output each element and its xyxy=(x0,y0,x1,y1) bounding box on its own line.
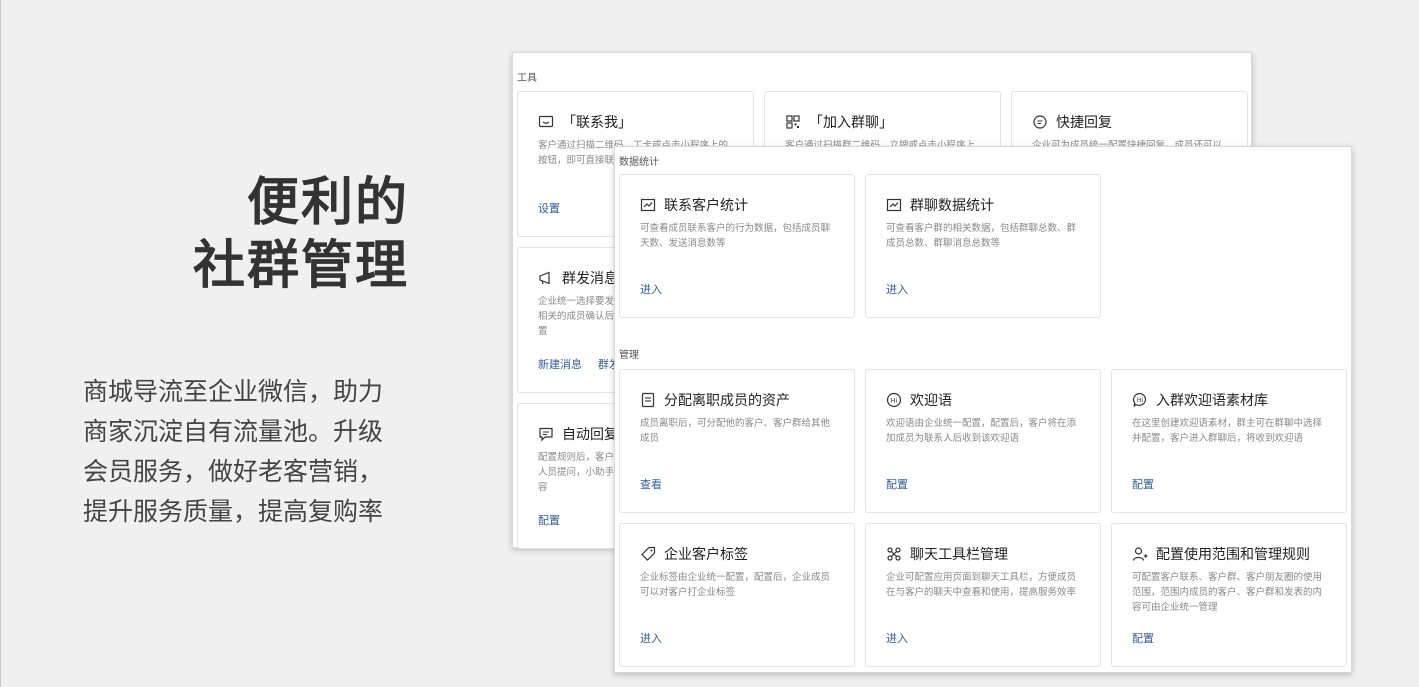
description-line-4: 提升服务质量，提高复购率 xyxy=(83,497,384,526)
card-description: 企业标签由企业统一配置，配置后，企业成员可以对客户打企业标签 xyxy=(640,572,831,598)
card-title-text: 自动回复 xyxy=(562,427,618,443)
svg-text:Hi: Hi xyxy=(1137,397,1144,404)
card-title-text: 群发消息 xyxy=(562,271,618,287)
description-line-3: 会员服务，做好老客营销， xyxy=(83,457,384,486)
description-line-2: 商家沉淀自有流量池。升级 xyxy=(83,417,384,446)
card-title: 「加入群聊」 xyxy=(785,112,980,132)
chat-bubble-icon xyxy=(1032,114,1048,130)
card-title: 群聊数据统计 xyxy=(886,195,1080,215)
qr-code-icon xyxy=(785,114,801,130)
card-title: 「联系我」 xyxy=(538,112,733,132)
assign-doc-icon xyxy=(640,392,656,408)
configure-link[interactable]: 配置 xyxy=(1132,476,1154,492)
card-actions: 设置 xyxy=(538,200,576,216)
card-title-text: 「加入群聊」 xyxy=(809,115,893,131)
svg-text:Hi: Hi xyxy=(891,397,898,405)
card-title-text: 欢迎语 xyxy=(910,393,952,409)
card-actions: 配置 xyxy=(538,512,576,528)
tag-icon xyxy=(640,546,656,562)
card-description: 可配置客户联系、客户群、客户朋友圈的使用范围，范围内成员的客户、客户群和发表的内… xyxy=(1132,572,1323,613)
hi-badge-icon: Hi xyxy=(886,392,902,408)
card-title: 分配离职成员的资产 xyxy=(640,390,834,410)
megaphone-icon xyxy=(538,270,554,286)
card-title-text: 联系客户统计 xyxy=(664,198,748,214)
view-link[interactable]: 查看 xyxy=(640,476,662,492)
description: 商城导流至企业微信，助力 商家沉淀自有流量池。升级 会员服务，做好老客营销， 提… xyxy=(83,372,423,532)
card-welcome-message[interactable]: Hi 欢迎语 欢迎语由企业统一配置，配置后，客户将在添加成员为联系人后收到该欢迎… xyxy=(865,369,1101,513)
card-title: 聊天工具栏管理 xyxy=(886,544,1080,564)
card-description: 企业可配置应用页面到聊天工具栏，方便成员在与客户的聊天中查看和使用，提高服务效率 xyxy=(886,572,1077,598)
card-title-text: 快捷回复 xyxy=(1056,115,1112,131)
card-title-text: 「联系我」 xyxy=(562,115,632,131)
section-label-stats: 数据统计 xyxy=(619,157,659,168)
card-description: 欢迎语由企业统一配置，配置后，客户将在添加成员为联系人后收到该欢迎语 xyxy=(886,418,1077,444)
setup-link[interactable]: 设置 xyxy=(538,202,560,215)
enter-link[interactable]: 进入 xyxy=(640,630,662,646)
card-contact-stats[interactable]: 联系客户统计 可查看成员联系客户的行为数据，包括成员聊天数、发送消息数等 进入 xyxy=(619,174,855,318)
configure-link[interactable]: 配置 xyxy=(886,476,908,492)
section-label-tools: 工具 xyxy=(517,73,537,84)
card-title: Hi 欢迎语 xyxy=(886,390,1080,410)
line-chart-icon xyxy=(886,197,902,213)
user-plus-icon xyxy=(1132,546,1148,562)
card-title: 联系客户统计 xyxy=(640,195,834,215)
hi-bubble-icon: Hi xyxy=(1132,392,1148,408)
card-description: 可查看成员联系客户的行为数据，包括成员聊天数、发送消息数等 xyxy=(640,223,831,249)
command-icon xyxy=(886,546,902,562)
card-customer-tags[interactable]: 企业客户标签 企业标签由企业统一配置，配置后，企业成员可以对客户打企业标签 进入 xyxy=(619,523,855,667)
enter-link[interactable]: 进入 xyxy=(886,281,908,297)
card-title: 快捷回复 xyxy=(1032,112,1227,132)
headline-line-2: 社群管理 xyxy=(192,236,409,296)
headline: 便利的 社群管理 xyxy=(193,172,409,298)
description-line-1: 商城导流至企业微信，助力 xyxy=(83,377,384,406)
enter-link[interactable]: 进入 xyxy=(886,630,908,646)
card-title-text: 企业客户标签 xyxy=(664,547,748,563)
line-chart-icon xyxy=(640,197,656,213)
card-usage-scope-rules[interactable]: 配置使用范围和管理规则 可配置客户联系、客户群、客户朋友圈的使用范围，范围内成员… xyxy=(1111,523,1347,667)
message-square-icon xyxy=(538,114,554,130)
section-label-manage: 管理 xyxy=(619,350,639,361)
card-description: 成员离职后，可分配他的客户、客户群给其他成员 xyxy=(640,418,831,444)
card-group-stats[interactable]: 群聊数据统计 可查看客户群的相关数据，包括群聊总数、群成员总数、群聊消息总数等 … xyxy=(865,174,1101,318)
card-title-text: 分配离职成员的资产 xyxy=(664,393,790,409)
card-title-text: 聊天工具栏管理 xyxy=(910,547,1008,563)
new-message-link[interactable]: 新建消息 xyxy=(538,358,582,371)
configure-link[interactable]: 配置 xyxy=(1132,630,1154,646)
card-title-text: 群聊数据统计 xyxy=(910,198,994,214)
enter-link[interactable]: 进入 xyxy=(640,281,662,297)
card-description: 可查看客户群的相关数据，包括群聊总数、群成员总数、群聊消息总数等 xyxy=(886,223,1077,249)
card-title: Hi 入群欢迎语素材库 xyxy=(1132,390,1326,410)
card-title-text: 入群欢迎语素材库 xyxy=(1156,393,1268,409)
card-assign-assets[interactable]: 分配离职成员的资产 成员离职后，可分配他的客户、客户群给其他成员 查看 xyxy=(619,369,855,513)
headline-line-1: 便利的 xyxy=(246,173,409,233)
card-group-welcome-library[interactable]: Hi 入群欢迎语素材库 在这里创建欢迎语素材，群主可在群聊中选择并配置，客户进入… xyxy=(1111,369,1347,513)
card-title: 配置使用范围和管理规则 xyxy=(1132,544,1326,564)
card-description: 在这里创建欢迎语素材，群主可在群聊中选择并配置，客户进入群聊后，将收到欢迎语 xyxy=(1132,418,1323,444)
auto-reply-icon xyxy=(538,426,554,442)
stats-manage-panel: 数据统计 联系客户统计 可查看成员联系客户的行为数据，包括成员聊天数、发送消息数… xyxy=(614,146,1352,673)
card-chat-toolbar[interactable]: 聊天工具栏管理 企业可配置应用页面到聊天工具栏，方便成员在与客户的聊天中查看和使… xyxy=(865,523,1101,667)
configure-link[interactable]: 配置 xyxy=(538,514,560,527)
card-title: 企业客户标签 xyxy=(640,544,834,564)
card-title-text: 配置使用范围和管理规则 xyxy=(1156,547,1310,563)
